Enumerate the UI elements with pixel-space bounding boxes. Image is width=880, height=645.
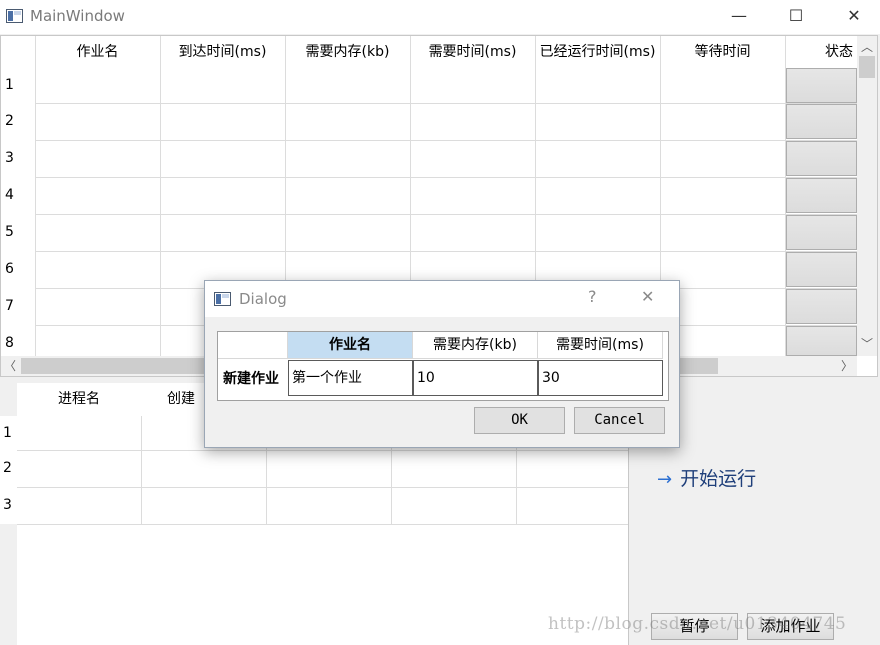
grid-line: [17, 450, 628, 451]
process-row-header-2[interactable]: 2: [0, 450, 17, 487]
watermark: http://blog.csdn.net/u013404745: [548, 614, 847, 634]
help-icon[interactable]: ?: [588, 287, 597, 306]
col-header-time[interactable]: 需要时间(ms): [410, 36, 535, 68]
row-header-7[interactable]: 7: [1, 288, 35, 325]
row-header-5[interactable]: 5: [1, 214, 35, 251]
new-job-dialog: Dialog ? ✕ 作业名 需要内存(kb) 需要时间(ms) 新建作业 第一…: [204, 280, 680, 448]
dialog-col-header-job-name[interactable]: 作业名: [288, 332, 413, 359]
arrow-right-icon: →: [657, 469, 673, 490]
dialog-close-button[interactable]: ✕: [641, 287, 654, 306]
dialog-corner: [218, 332, 288, 359]
dialog-col-header-time[interactable]: 需要时间(ms): [538, 332, 663, 359]
cancel-button[interactable]: Cancel: [574, 407, 665, 434]
status-cell[interactable]: [786, 326, 857, 356]
row-header-6[interactable]: 6: [1, 251, 35, 288]
grid-line: [35, 103, 857, 104]
app-icon: [6, 9, 23, 23]
col-header-wait-time[interactable]: 等待时间: [660, 36, 785, 68]
vertical-scrollbar[interactable]: ︿ ﹀: [857, 36, 877, 356]
grid-line: [35, 36, 36, 356]
status-cell[interactable]: [786, 215, 857, 250]
time-input[interactable]: 30: [538, 360, 663, 396]
dialog-titlebar: Dialog ? ✕: [205, 281, 679, 317]
dialog-row-header[interactable]: 新建作业: [218, 359, 288, 400]
grid-line: [17, 487, 628, 488]
col-header-memory[interactable]: 需要内存(kb): [285, 36, 410, 68]
grid-line: [160, 36, 161, 356]
status-cell[interactable]: [786, 68, 857, 103]
scroll-right-icon[interactable]: 〉: [838, 357, 856, 375]
row-header-3[interactable]: 3: [1, 140, 35, 177]
status-cell[interactable]: [786, 178, 857, 213]
dialog-col-header-memory[interactable]: 需要内存(kb): [413, 332, 538, 359]
grid-line: [35, 177, 857, 178]
scroll-up-icon[interactable]: ︿: [858, 38, 876, 56]
status-cell[interactable]: [786, 289, 857, 324]
start-run-label: 开始运行: [680, 468, 757, 490]
process-row-header-3[interactable]: 3: [0, 487, 17, 524]
close-button[interactable]: ✕: [831, 0, 877, 32]
row-header-2[interactable]: 2: [1, 103, 35, 140]
start-run-link[interactable]: → 开始运行: [657, 464, 756, 491]
status-cell[interactable]: [786, 141, 857, 176]
status-cell[interactable]: [786, 252, 857, 287]
scroll-left-icon[interactable]: 〈: [1, 357, 19, 375]
window-title: MainWindow: [30, 7, 125, 25]
main-window-titlebar: MainWindow — ☐ ✕: [0, 0, 880, 34]
dialog-app-icon: [214, 292, 231, 306]
grid-line: [141, 416, 142, 524]
dialog-title: Dialog: [239, 290, 287, 308]
vertical-scroll-thumb[interactable]: [859, 56, 875, 78]
col-header-status-label: 状态: [825, 44, 853, 60]
grid-line: [35, 140, 857, 141]
maximize-button[interactable]: ☐: [773, 0, 819, 32]
col-header-job-name[interactable]: 作业名: [35, 36, 160, 68]
memory-input[interactable]: 10: [413, 360, 538, 396]
row-header-4[interactable]: 4: [1, 177, 35, 214]
new-job-table[interactable]: 作业名 需要内存(kb) 需要时间(ms) 新建作业 第一个作业 10 30: [217, 331, 669, 401]
status-cell[interactable]: [786, 104, 857, 139]
process-row-header-1[interactable]: 1: [0, 416, 17, 450]
row-header-1[interactable]: 1: [1, 68, 35, 103]
job-name-input[interactable]: 第一个作业: [288, 360, 413, 396]
minimize-button[interactable]: —: [716, 0, 762, 32]
grid-line: [35, 251, 857, 252]
ok-button[interactable]: OK: [474, 407, 565, 434]
col-header-run-time[interactable]: 已经运行时间(ms): [535, 36, 660, 68]
col-header-arrival-time[interactable]: 到达时间(ms): [160, 36, 285, 68]
row-header-8[interactable]: 8: [1, 325, 35, 355]
grid-line: [17, 524, 628, 525]
col-header-status[interactable]: 状态: [785, 36, 857, 68]
col-header-process-name[interactable]: 进程名: [17, 383, 141, 416]
grid-line: [35, 214, 857, 215]
scroll-down-icon[interactable]: ﹀: [858, 335, 876, 353]
